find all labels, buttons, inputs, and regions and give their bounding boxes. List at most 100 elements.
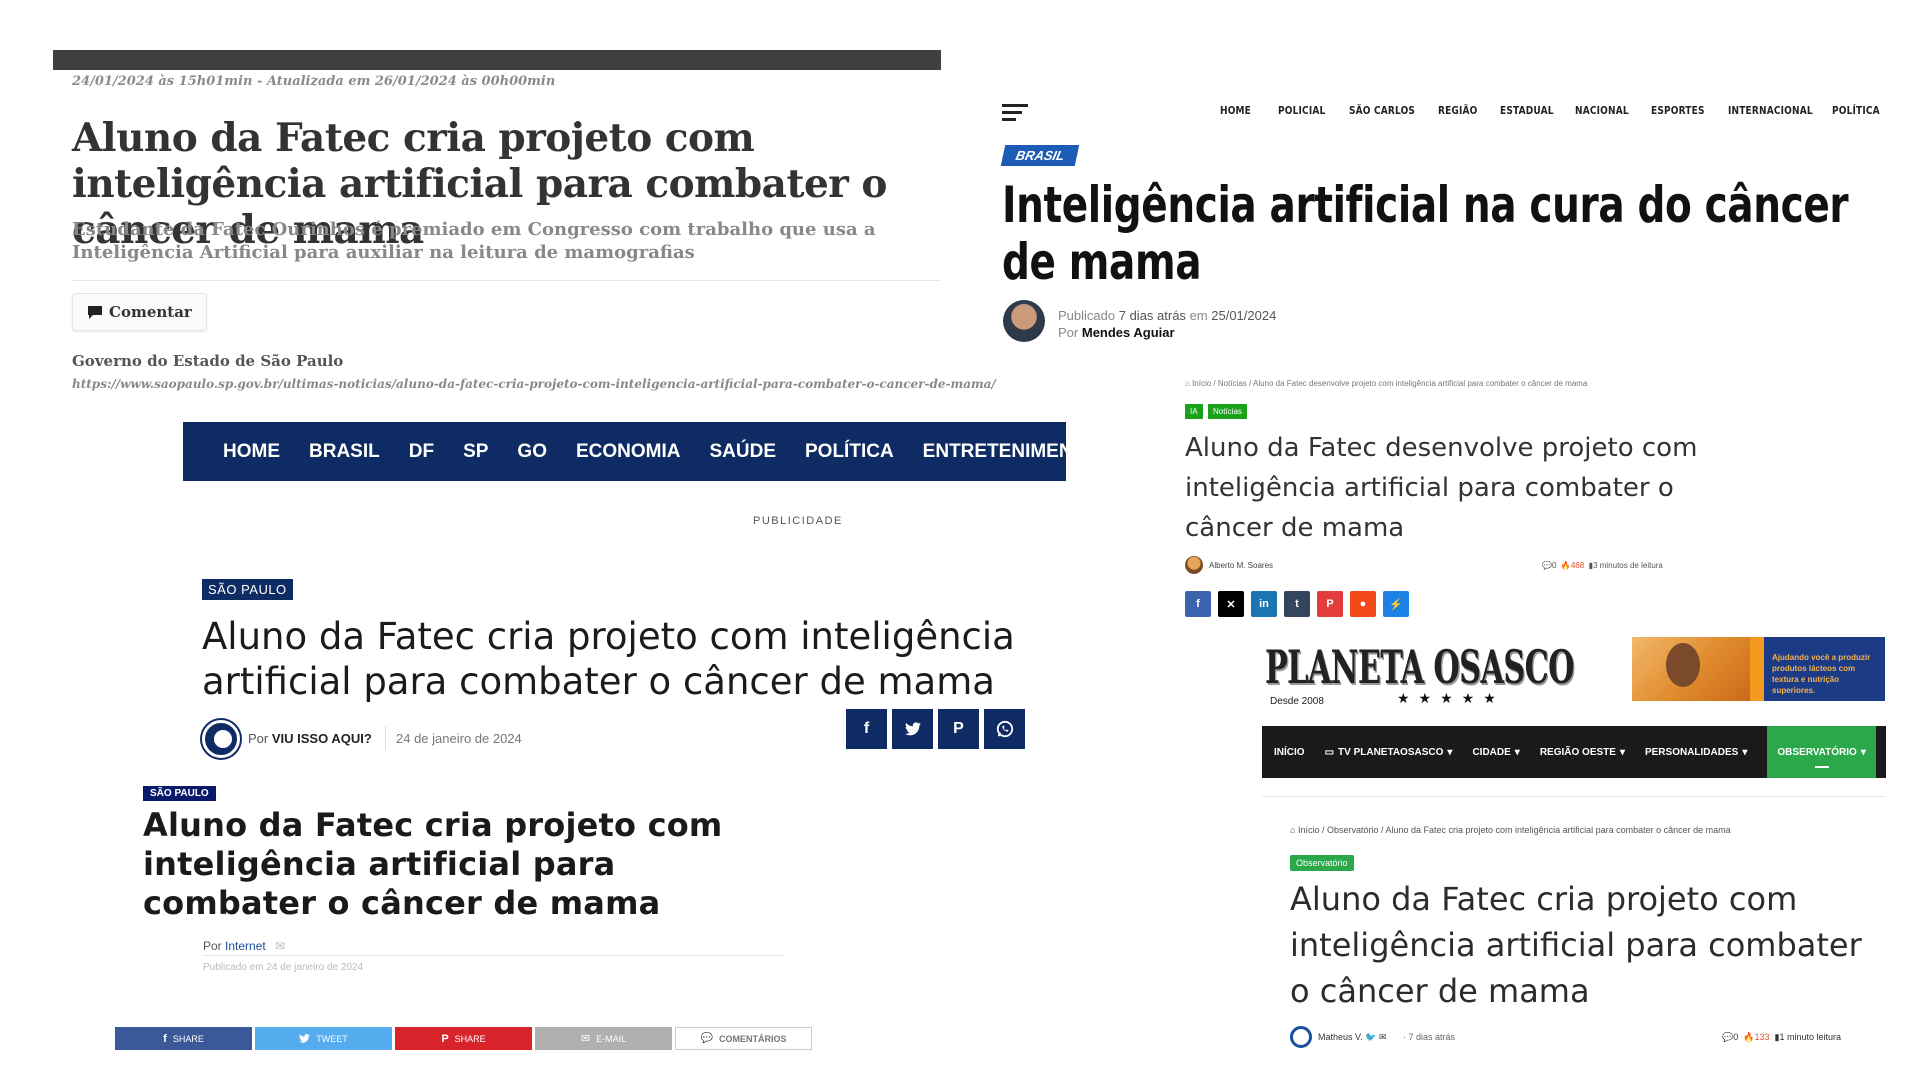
nav-item-regiao[interactable]: REGIÃO: [1438, 104, 1477, 117]
nav-item-home[interactable]: HOME: [1220, 104, 1251, 117]
pinterest-share-button[interactable]: P: [938, 709, 979, 749]
author-link[interactable]: Alberto M. Soares: [1209, 561, 1273, 570]
facebook-share-button[interactable]: f: [1185, 591, 1211, 617]
breadcrumb-text[interactable]: Início / Observatório / Aluno da Fatec c…: [1298, 825, 1731, 835]
byline-prefix: Por: [203, 939, 222, 953]
x-icon: ✕: [1226, 598, 1236, 611]
byline-prefix: Por: [1058, 325, 1079, 340]
whatsapp-share-button[interactable]: [984, 709, 1025, 749]
divider: [72, 280, 940, 281]
byline: Por Internet ✉: [203, 939, 285, 953]
published-ago: 7 dias atrás: [1118, 308, 1186, 323]
chevron-down-icon: ▾: [1447, 746, 1453, 758]
article-meta: 💬0 🔥468 ▮3 minutos de leitura: [1542, 561, 1663, 570]
menu-icon[interactable]: [1002, 102, 1030, 122]
header-bar: [53, 50, 941, 70]
nav-item-home[interactable]: HOME: [223, 441, 280, 463]
tumblr-share-button[interactable]: t: [1284, 591, 1310, 617]
nav-item-entretenimento[interactable]: ENTRETENIMENTO: [923, 441, 1099, 463]
messenger-share-button[interactable]: ⚡: [1383, 591, 1409, 617]
facebook-icon: f: [163, 1032, 167, 1045]
nav-item-go[interactable]: GO: [517, 441, 547, 463]
nav-item-estadual[interactable]: ESTADUAL: [1500, 104, 1554, 117]
twitter-icon[interactable]: 🐦: [1365, 1032, 1376, 1042]
category-tag[interactable]: SÃO PAULO: [202, 579, 293, 600]
ad-label: PUBLICIDADE: [753, 515, 843, 527]
nav-item-saude[interactable]: SAÚDE: [709, 441, 776, 463]
nav-item-personalidades[interactable]: PERSONALIDADES ▾: [1645, 747, 1747, 758]
nav-item-inicio[interactable]: INÍCIO: [1274, 747, 1305, 758]
nav-item-policial[interactable]: POLICIAL: [1278, 104, 1325, 117]
nav-item-nacional[interactable]: NACIONAL: [1575, 104, 1629, 117]
facebook-share-button[interactable]: f SHARE: [115, 1027, 252, 1050]
twitter-share-button[interactable]: [892, 709, 933, 749]
facebook-share-button[interactable]: f: [846, 709, 887, 749]
tweet-button[interactable]: TWEET: [255, 1027, 392, 1050]
x-share-button[interactable]: ✕: [1218, 591, 1244, 617]
tag-ia[interactable]: IA: [1185, 404, 1203, 419]
breadcrumb-text[interactable]: Início / Notícias / Aluno da Fatec desen…: [1192, 379, 1587, 388]
site-logo[interactable]: PLANETA OSASCO: [1265, 640, 1575, 694]
email-label: E-MAIL: [596, 1033, 627, 1044]
article-subtitle: Estudante da Fatec Ourinhos é premiado e…: [72, 219, 876, 263]
published-mid: em: [1189, 308, 1208, 323]
nav-item-internacional[interactable]: INTERNACIONAL: [1728, 104, 1813, 117]
byline: Por VIU ISSO AQUI?: [248, 731, 372, 746]
top-nav: HOME POLICIAL SÃO CARLOS REGIÃO ESTADUAL…: [1220, 104, 1903, 117]
email-button[interactable]: ✉ E-MAIL: [535, 1027, 672, 1050]
nav-item-esportes[interactable]: ESPORTES: [1651, 104, 1704, 117]
read-time: 3 minutos de leitura: [1593, 561, 1663, 570]
home-icon[interactable]: ⌂: [1290, 825, 1295, 835]
comment-button[interactable]: Comentar: [72, 293, 207, 331]
mail-icon[interactable]: ✉: [275, 939, 285, 953]
author-link[interactable]: Mendes Aguiar: [1082, 325, 1175, 340]
author-link[interactable]: Internet: [225, 939, 266, 953]
byline: Matheus V. 🐦 ✉: [1318, 1032, 1387, 1043]
nav-item-regiao-oeste[interactable]: REGIÃO OESTE ▾: [1540, 747, 1625, 758]
author-link[interactable]: VIU ISSO AQUI?: [272, 731, 372, 746]
divider: [1262, 796, 1886, 797]
comments-button[interactable]: 💬 COMENTÁRIOS: [675, 1027, 812, 1050]
mail-icon[interactable]: ✉: [1379, 1032, 1387, 1042]
published-date: 25/01/2024: [1211, 308, 1277, 323]
pinterest-share-button[interactable]: P SHARE: [395, 1027, 532, 1050]
article-title: Inteligência artificial na cura do cânce…: [1002, 176, 1849, 291]
chevron-down-icon: ▾: [1742, 746, 1748, 758]
messenger-icon: ⚡: [1389, 598, 1403, 611]
ad-banner[interactable]: Ajudando você a produzir produtos lácteo…: [1632, 637, 1885, 701]
article-date: 24 de janeiro de 2024: [396, 731, 522, 746]
nav-item-brasil[interactable]: BRASIL: [309, 441, 380, 463]
tag-noticias[interactable]: Notícias: [1208, 404, 1247, 419]
banner-accent: [1750, 637, 1764, 701]
linkedin-share-button[interactable]: in: [1251, 591, 1277, 617]
category-tag[interactable]: BRASIL: [1000, 145, 1080, 166]
comment-count[interactable]: 0: [1552, 561, 1556, 570]
since-label: Desde 2008: [1270, 696, 1324, 707]
author-link[interactable]: Matheus V.: [1318, 1032, 1363, 1042]
nav-item-sp[interactable]: SP: [463, 441, 488, 463]
source-url[interactable]: https://www.saopaulo.sp.gov.br/ultimas-n…: [72, 377, 996, 391]
byline-prefix: Por: [248, 731, 269, 746]
nav-item-cidade[interactable]: CIDADE ▾: [1472, 747, 1519, 758]
category-tag[interactable]: Observatório: [1290, 855, 1354, 871]
pinterest-share-button[interactable]: P: [1317, 591, 1343, 617]
comment-count[interactable]: 0: [1733, 1032, 1738, 1042]
clock-icon: ·: [1403, 1032, 1406, 1042]
nav-item-sao-carlos[interactable]: SÃO CARLOS: [1349, 104, 1415, 117]
nav-label: INÍCIO: [1274, 746, 1305, 758]
nav-label: REGIÃO OESTE: [1539, 746, 1616, 758]
nav-item-tv[interactable]: ▭ TV PLANETAOSASCO ▾: [1325, 747, 1453, 758]
nav-item-politica[interactable]: POLÍTICA: [1832, 104, 1880, 117]
nav-item-df[interactable]: DF: [409, 441, 434, 463]
view-count: 133: [1754, 1032, 1770, 1042]
published-info: Publicado 7 dias atrás em 25/01/2024: [1058, 308, 1276, 323]
facebook-icon: f: [863, 720, 870, 737]
nav-item-economia[interactable]: ECONOMIA: [576, 441, 681, 463]
tweet-label: TWEET: [316, 1033, 348, 1044]
category-tag[interactable]: SÃO PAULO: [143, 786, 216, 801]
nav-item-politica[interactable]: POLÍTICA: [805, 441, 894, 463]
chevron-down-icon: ▾: [1860, 746, 1866, 758]
home-icon[interactable]: ⌂: [1185, 379, 1190, 388]
reddit-share-button[interactable]: ●: [1350, 591, 1376, 617]
nav-item-observatorio[interactable]: OBSERVATÓRIO ▾: [1767, 726, 1876, 778]
